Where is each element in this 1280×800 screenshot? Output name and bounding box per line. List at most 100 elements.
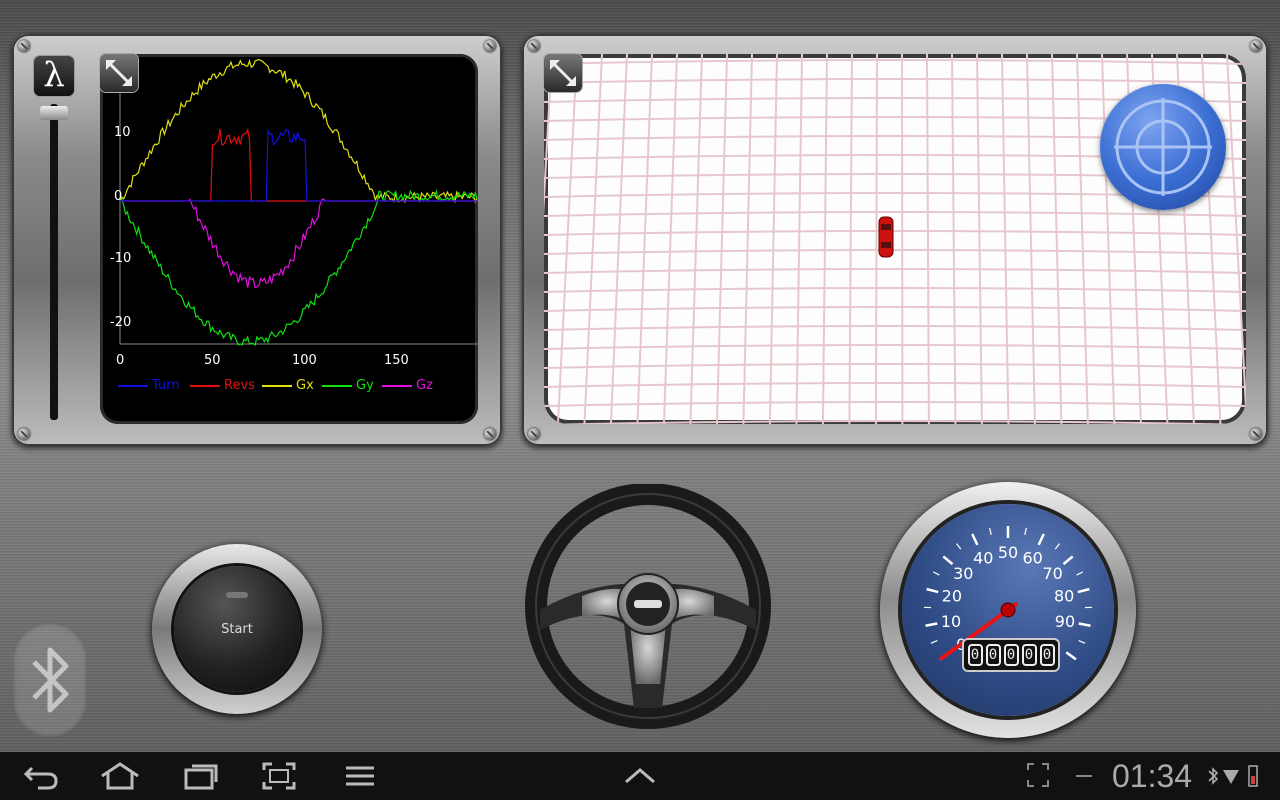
- legend-item-revs: Revs: [190, 378, 255, 393]
- grid-line: [1076, 54, 1089, 424]
- grid-line: [662, 54, 678, 424]
- legend-item-gx: Gx: [262, 378, 314, 393]
- grid-line: [689, 54, 703, 424]
- grid-line: [1051, 54, 1063, 424]
- speed-tick-label: 40: [973, 549, 993, 568]
- grid-line: [874, 54, 878, 424]
- screw: [484, 40, 496, 52]
- lambda-button[interactable]: λ: [34, 56, 74, 96]
- start-led: [226, 592, 248, 598]
- series-revs: [120, 127, 478, 202]
- recent-apps-button[interactable]: [182, 760, 220, 792]
- screenshot-button[interactable]: [260, 760, 298, 792]
- legend-item-turn: Turn: [118, 378, 180, 393]
- speed-tick-label: 20: [942, 587, 962, 606]
- grid-line: [1026, 54, 1036, 424]
- menu-button[interactable]: [344, 760, 376, 792]
- track-expand-button[interactable]: [544, 54, 582, 92]
- speed-tick: [971, 533, 979, 546]
- track-grid: [544, 54, 1246, 424]
- grid-line: [544, 59, 1246, 65]
- bluetooth-icon: [32, 647, 69, 713]
- telemetry-graph: 10 0 -10 -20 0 50 100 150 Turn Revs Gx G…: [100, 54, 478, 424]
- start-label: Start: [221, 622, 253, 637]
- speed-tick: [1037, 533, 1045, 546]
- home-icon: [101, 762, 139, 790]
- x-tick-label: 100: [292, 353, 317, 368]
- speed-tick: [925, 622, 938, 627]
- series-gy: [119, 189, 478, 347]
- series-gx: [119, 58, 478, 204]
- minus-icon: [1076, 775, 1092, 777]
- speed-tick-label: 50: [998, 543, 1018, 562]
- track-panel: [522, 34, 1268, 446]
- battery-icon: [1248, 765, 1258, 787]
- compass-button[interactable]: [1100, 84, 1226, 210]
- grid-line: [544, 230, 1246, 236]
- speed-tick: [1024, 527, 1027, 535]
- grid-line: [926, 54, 930, 424]
- speed-tick: [942, 555, 954, 566]
- grid-line: [715, 54, 728, 424]
- grid-line: [848, 54, 853, 424]
- speed-tick: [956, 543, 962, 550]
- expand-icon: [550, 60, 576, 86]
- sensitivity-slider-track[interactable]: [50, 104, 58, 420]
- legend-item-gz: Gz: [382, 378, 433, 393]
- speed-tick: [1077, 587, 1090, 594]
- steering-wheel-icon: [525, 483, 771, 729]
- speed-tick-label: 80: [1054, 587, 1074, 606]
- odometer-digit: 0: [1021, 644, 1037, 666]
- grid-line: [544, 211, 1246, 217]
- grid-line: [976, 54, 983, 424]
- x-tick-label: 150: [384, 353, 409, 368]
- speedometer: 0 10 20 3040 50 6070 80 90 0 0 0 0 0: [880, 482, 1136, 738]
- start-button-face[interactable]: Start: [174, 566, 300, 692]
- graph-expand-button[interactable]: [100, 54, 138, 92]
- screw: [1250, 428, 1262, 440]
- grid-line: [544, 325, 1246, 331]
- grid-line: [583, 54, 603, 424]
- start-button[interactable]: Start: [152, 544, 322, 714]
- speed-tick: [1076, 571, 1084, 576]
- home-button[interactable]: [98, 760, 142, 792]
- car-icon: [878, 216, 894, 258]
- system-navigation-bar: 01:34: [0, 752, 1280, 800]
- y-tick-label: -10: [110, 251, 131, 266]
- bluetooth-status: [1206, 760, 1220, 792]
- show-more-button[interactable]: [622, 760, 658, 792]
- grid-line: [951, 54, 957, 424]
- sensitivity-slider-thumb[interactable]: [40, 106, 68, 120]
- speed-tick-label: 30: [953, 564, 973, 583]
- grid-line: [544, 344, 1246, 350]
- odometer-digit: 0: [967, 644, 983, 666]
- screw: [1250, 40, 1262, 52]
- legend-item-gy: Gy: [322, 378, 374, 393]
- graph-legend: Turn Revs Gx Gy Gz: [100, 378, 478, 402]
- screw: [484, 428, 496, 440]
- grid-line: [609, 54, 628, 424]
- y-tick-label: 10: [114, 125, 131, 140]
- fullscreen-button[interactable]: [1026, 760, 1050, 792]
- steering-wheel[interactable]: [522, 483, 774, 736]
- bluetooth-button[interactable]: [12, 622, 88, 738]
- x-tick-label: 0: [116, 353, 124, 368]
- speedometer-face: 0 10 20 3040 50 6070 80 90 0 0 0 0 0: [902, 504, 1114, 716]
- screw: [528, 40, 540, 52]
- needle-hub: [1000, 602, 1016, 618]
- series-gz: [120, 198, 478, 289]
- screw: [528, 428, 540, 440]
- grid-line: [544, 249, 1246, 255]
- grid-line: [636, 54, 653, 424]
- status-clock[interactable]: 01:34: [1112, 758, 1192, 795]
- chevron-up-icon: [625, 768, 655, 784]
- back-button[interactable]: [22, 760, 60, 792]
- wifi-status: [1222, 760, 1240, 792]
- speed-tick-label: 10: [941, 612, 961, 631]
- odometer-digit: 0: [1039, 644, 1055, 666]
- grid-line: [821, 54, 828, 424]
- speed-tick: [930, 640, 938, 644]
- fullscreen-icon: [1027, 763, 1049, 787]
- grid-line: [544, 363, 1246, 369]
- grid-line: [795, 54, 803, 424]
